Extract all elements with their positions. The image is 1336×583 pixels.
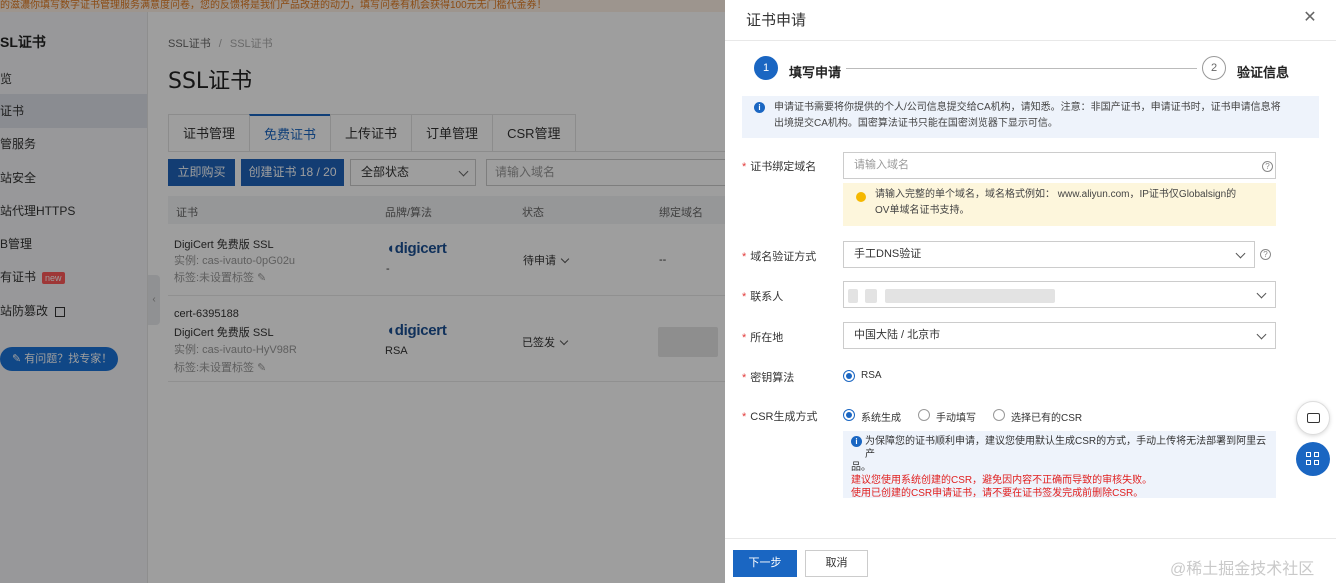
csr-system-label: 系统生成 — [861, 413, 901, 424]
location-label: * 所在地 — [742, 332, 784, 344]
blurred-contact — [848, 289, 858, 303]
watermark: @稀土掘金技术社区 — [1170, 561, 1315, 578]
blurred-contact — [865, 289, 877, 303]
step-1-indicator: 1 — [754, 56, 778, 80]
cancel-button[interactable]: 取消 — [805, 550, 868, 577]
chevron-down-icon — [1235, 248, 1246, 259]
help-icon[interactable]: ? — [1260, 249, 1271, 260]
rsa-label: RSA — [861, 370, 882, 381]
contact-label: * 联系人 — [742, 291, 784, 303]
verify-method-label: * 域名验证方式 — [742, 251, 817, 263]
verify-method-select[interactable]: 手工DNS验证 — [843, 241, 1255, 268]
chevron-down-icon — [1256, 288, 1267, 299]
domain-input[interactable]: 请输入域名? — [843, 152, 1276, 179]
close-icon[interactable]: ✕ — [1301, 9, 1319, 27]
step-connector — [846, 68, 1197, 69]
csr-tip: i 为保障您的证书顺利申请，建议您使用默认生成CSR的方式，手动上传将无法部署到… — [843, 431, 1276, 499]
warning-icon — [856, 192, 866, 202]
next-step-button[interactable]: 下一步 — [733, 550, 797, 577]
modal-overlay[interactable] — [0, 0, 725, 583]
info-icon: i — [754, 102, 765, 113]
step-2-indicator: 2 — [1202, 56, 1226, 80]
chevron-down-icon — [1256, 329, 1267, 340]
csr-manual-radio[interactable] — [918, 409, 930, 421]
rsa-radio[interactable] — [843, 370, 855, 382]
cert-apply-drawer: 证书申请 ✕ 1 填写申请 2 验证信息 i 申请证书需要将你提供的个人/公司信… — [725, 0, 1336, 583]
divider — [725, 40, 1336, 41]
blurred-contact — [885, 289, 1055, 303]
domain-format-tip: 请输入完整的单个域名，域名格式例如： www.aliyun.com，IP证书仅G… — [843, 183, 1276, 226]
drawer-title: 证书申请 — [746, 12, 807, 29]
step-2-label: 验证信息 — [1237, 65, 1290, 80]
divider — [725, 538, 1336, 539]
csr-system-radio[interactable] — [843, 409, 855, 421]
ca-notice: i 申请证书需要将你提供的个人/公司信息提交给CA机构，请知悉。注意：非国产证书… — [742, 96, 1319, 138]
chat-icon — [1307, 413, 1320, 423]
location-select[interactable]: 中国大陆 / 北京市 — [843, 322, 1276, 349]
help-icon[interactable]: ? — [1262, 161, 1273, 172]
csr-manual-label: 手动填写 — [936, 413, 976, 424]
csr-existing-radio[interactable] — [993, 409, 1005, 421]
apps-button[interactable] — [1296, 442, 1330, 476]
domain-label: * 证书绑定域名 — [742, 161, 817, 173]
step-1-label: 填写申请 — [789, 65, 842, 80]
key-algo-label: * 密钥算法 — [742, 372, 795, 384]
chat-button[interactable] — [1296, 401, 1330, 435]
csr-existing-label: 选择已有的CSR — [1011, 413, 1083, 424]
csr-method-label: * CSR生成方式 — [742, 411, 818, 423]
info-icon: i — [851, 436, 862, 447]
apps-icon — [1306, 452, 1311, 457]
